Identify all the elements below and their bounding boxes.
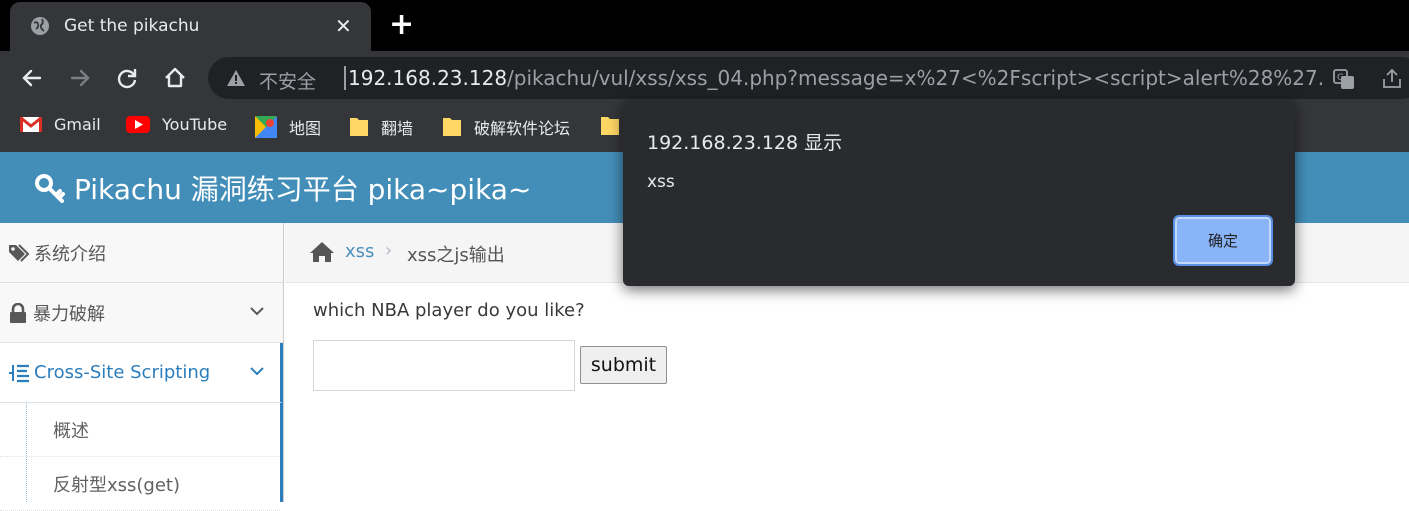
folder-icon: [601, 117, 619, 135]
xss-submenu: 概述 反射型xss(get): [0, 403, 283, 511]
submenu-item-label: 反射型xss(get): [53, 474, 181, 496]
address-bar[interactable]: 不安全 192.168.23.128/pikachu/vul/xss/xss_0…: [208, 57, 1409, 99]
bookmark-label: 翻墙: [381, 119, 414, 138]
question-label: which NBA player do you like?: [313, 300, 585, 321]
player-name-input[interactable]: [313, 340, 575, 391]
chevron-down-icon[interactable]: [249, 363, 265, 379]
browser-toolbar: 不安全 192.168.23.128/pikachu/vul/xss/xss_0…: [0, 51, 1409, 105]
bookmark-youtube[interactable]: YouTube: [126, 115, 227, 134]
bookmark-label: Gmail: [54, 115, 101, 134]
submenu-item-overview[interactable]: 概述: [0, 403, 280, 457]
back-icon[interactable]: [18, 64, 46, 92]
alert-dialog: 192.168.23.128 显示 xss 确定: [623, 100, 1295, 286]
key-icon: [35, 174, 65, 203]
dialog-message: xss: [647, 172, 675, 192]
globe-icon: [31, 17, 49, 35]
tab-title: Get the pikachu: [64, 16, 200, 36]
sidebar-item-intro[interactable]: 系统介绍: [0, 223, 283, 283]
bookmark-folder-fanqiang[interactable]: 翻墙: [349, 115, 413, 139]
breadcrumb-xss-link[interactable]: xss: [345, 241, 374, 262]
submit-button[interactable]: submit: [580, 346, 667, 384]
svg-text:G: G: [1337, 73, 1344, 83]
sidebar-item-bruteforce[interactable]: 暴力破解: [0, 283, 283, 343]
tags-icon: [9, 243, 30, 262]
brand-title: Pikachu 漏洞练习平台 pika~pika~: [74, 173, 532, 206]
share-icon[interactable]: [1380, 67, 1404, 91]
home-icon[interactable]: [161, 64, 189, 92]
close-tab-icon[interactable]: ✕: [335, 14, 352, 38]
bookmark-label: 破解软件论坛: [474, 119, 571, 138]
forward-icon[interactable]: [66, 64, 94, 92]
warning-icon[interactable]: [226, 68, 246, 88]
bookmark-maps[interactable]: 地图: [255, 115, 321, 139]
list-icon: [9, 364, 29, 382]
bookmark-folder-pojie[interactable]: 破解软件论坛: [442, 115, 570, 139]
folder-icon: [350, 118, 368, 136]
breadcrumb-current: xss之js输出: [407, 245, 505, 266]
sidebar: 系统介绍 暴力破解 Cross-Site Scripting 概述 反射型xss…: [0, 223, 284, 511]
translate-icon[interactable]: G: [1332, 67, 1356, 91]
browser-tab[interactable]: Get the pikachu ✕: [10, 2, 371, 51]
chevron-down-icon[interactable]: [249, 303, 265, 319]
sidebar-item-label: 暴力破解: [33, 303, 105, 325]
submenu-item-label: 概述: [53, 420, 89, 442]
maps-icon: [255, 116, 277, 138]
home-icon[interactable]: [309, 241, 335, 263]
youtube-icon: [126, 116, 150, 133]
ok-button[interactable]: 确定: [1173, 215, 1273, 266]
bookmark-label: 地图: [289, 119, 322, 138]
breadcrumb-chevron-icon: ›: [385, 240, 393, 261]
gmail-icon: [20, 116, 42, 132]
sidebar-item-xss[interactable]: Cross-Site Scripting: [0, 343, 283, 403]
sidebar-item-label: Cross-Site Scripting: [34, 362, 211, 383]
bookmark-gmail[interactable]: Gmail: [20, 115, 101, 134]
lock-icon: [10, 302, 26, 323]
brand[interactable]: Pikachu 漏洞练习平台 pika~pika~: [34, 168, 531, 208]
insecure-label: 不安全: [259, 71, 317, 93]
url-path: /pikachu/vul/xss/xss_04.php?message=x%27…: [507, 66, 1326, 90]
new-tab-icon[interactable]: +: [389, 8, 414, 42]
url-text[interactable]: 192.168.23.128/pikachu/vul/xss/xss_04.ph…: [348, 66, 1326, 90]
tab-strip: Get the pikachu ✕ +: [0, 0, 1409, 51]
reload-icon[interactable]: [113, 64, 141, 92]
submenu-item-reflected-get[interactable]: 反射型xss(get): [0, 457, 280, 511]
dialog-title: 192.168.23.128 显示: [647, 132, 843, 154]
url-host: 192.168.23.128: [348, 66, 508, 90]
sidebar-item-label: 系统介绍: [34, 243, 106, 265]
url-separator: [344, 66, 346, 90]
bookmark-label: YouTube: [162, 115, 228, 134]
folder-icon: [443, 118, 461, 136]
